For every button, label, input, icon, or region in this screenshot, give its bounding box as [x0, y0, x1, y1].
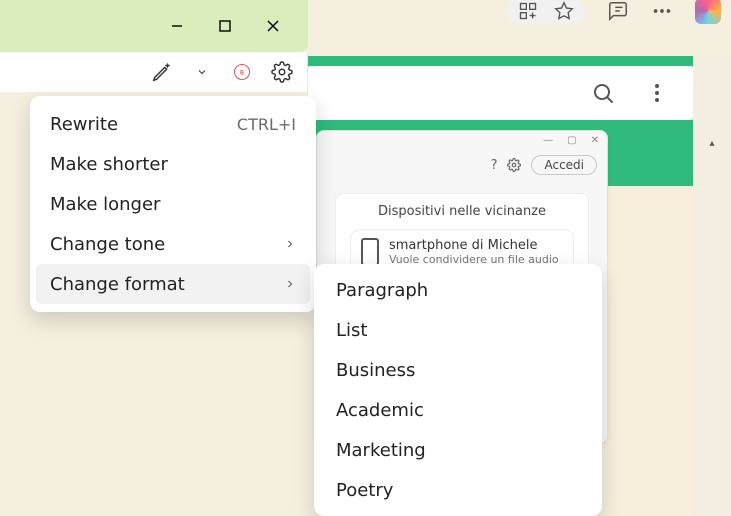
chevron-right-icon [284, 278, 296, 290]
app-header [308, 66, 693, 120]
submenu-item-label: Paragraph [336, 280, 428, 301]
menu-item-label: Change format [50, 274, 185, 295]
bg-maximize-icon: ▢ [567, 135, 576, 146]
submenu-item-label: List [336, 320, 367, 341]
submenu-item-academic[interactable]: Academic [314, 390, 602, 430]
maximize-button[interactable] [212, 13, 238, 39]
bg-signin-button: Accedi [531, 155, 597, 175]
svg-text:B: B [240, 71, 244, 77]
submenu-item-label: Academic [336, 400, 424, 421]
menu-item-label: Rewrite [50, 114, 118, 135]
submenu-item-list[interactable]: List [314, 310, 602, 350]
bg-close-icon: ✕ [591, 135, 599, 146]
extensions-icon[interactable] [517, 0, 539, 22]
submenu-item-poetry[interactable]: Poetry [314, 470, 602, 510]
menu-item-label: Make shorter [50, 154, 168, 175]
more-vert-icon[interactable] [645, 81, 669, 105]
scroll-up-icon[interactable]: ▴ [709, 138, 714, 149]
bg-gear-icon [507, 158, 521, 172]
submenu-item-paragraph[interactable]: Paragraph [314, 270, 602, 310]
window-titlebar [0, 0, 308, 52]
search-icon[interactable] [591, 81, 615, 105]
editor-toolbar: B [0, 52, 308, 92]
menu-item-label: Change tone [50, 234, 165, 255]
close-button[interactable] [260, 13, 286, 39]
favorite-star-icon[interactable] [553, 0, 575, 22]
submenu-item-label: Poetry [336, 480, 393, 501]
menu-item-change-tone[interactable]: Change tone [30, 224, 316, 264]
phone-icon [361, 238, 379, 266]
bg-minimize-icon: — [543, 135, 553, 146]
wallpaper-strip [604, 186, 693, 516]
bg-device-name: smartphone di Michele [389, 238, 559, 253]
browser-toolbar [507, 0, 731, 22]
rewrite-menu: Rewrite CTRL+I Make shorter Make longer … [30, 96, 316, 312]
bg-help-icon: ? [491, 158, 498, 173]
submenu-item-marketing[interactable]: Marketing [314, 430, 602, 470]
copilot-icon[interactable] [695, 0, 721, 24]
submenu-item-business[interactable]: Business [314, 350, 602, 390]
collections-icon[interactable] [607, 0, 629, 22]
menu-item-rewrite[interactable]: Rewrite CTRL+I [30, 104, 316, 144]
menu-item-make-shorter[interactable]: Make shorter [30, 144, 316, 184]
submenu-item-label: Business [336, 360, 415, 381]
change-format-submenu: Paragraph List Business Academic Marketi… [314, 264, 602, 516]
menu-item-label: Make longer [50, 194, 160, 215]
scrollbar-track[interactable]: ▴ [693, 56, 731, 516]
minimize-button[interactable] [164, 13, 190, 39]
more-horiz-icon[interactable] [651, 0, 673, 22]
brand-logo-icon[interactable]: B [231, 61, 253, 83]
settings-icon[interactable] [271, 61, 293, 83]
menu-item-shortcut: CTRL+I [237, 115, 296, 134]
submenu-item-label: Marketing [336, 440, 426, 461]
chevron-down-icon[interactable] [191, 61, 213, 83]
menu-item-change-format[interactable]: Change format [36, 264, 310, 304]
chevron-right-icon [284, 238, 296, 250]
compose-sparkle-icon[interactable] [151, 61, 173, 83]
browser-icon-pill [507, 0, 585, 24]
menu-item-make-longer[interactable]: Make longer [30, 184, 316, 224]
bg-pane-title: Dispositivi nelle vicinanze [350, 204, 574, 219]
